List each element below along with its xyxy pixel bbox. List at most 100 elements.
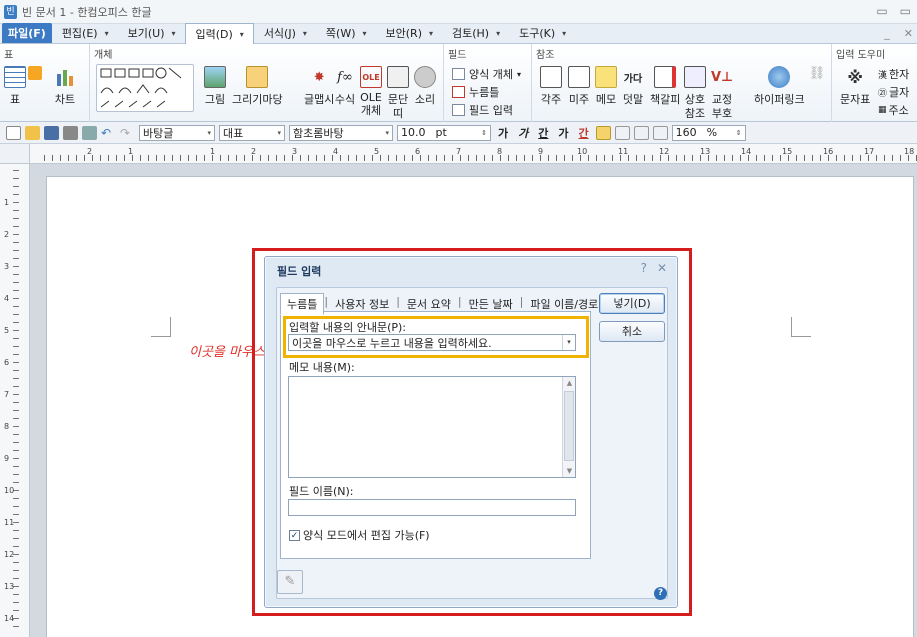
- cross-ref-icon: [684, 66, 706, 88]
- hanja-button[interactable]: 漢 한자: [878, 66, 909, 82]
- stepper-icon: ⇕: [481, 128, 487, 137]
- shapes-gallery[interactable]: [96, 64, 194, 115]
- scroll-thumb[interactable]: [564, 391, 574, 461]
- wordart-icon: ✸: [313, 69, 325, 85]
- link-extra-button[interactable]: ⛓: [809, 66, 826, 83]
- drawing-folder-icon: [246, 66, 269, 88]
- chevron-down-icon: ▾: [104, 28, 109, 38]
- glyph-button[interactable]: ✸ 글맵시: [304, 66, 334, 107]
- memo-label: 메모 내용(M):: [289, 361, 355, 374]
- bar-chart-icon: [54, 66, 76, 88]
- picture-button[interactable]: 그림: [204, 66, 226, 107]
- align-justify-icon[interactable]: [595, 125, 611, 140]
- menu-tools[interactable]: 도구(K) ▾: [509, 23, 575, 43]
- horizontal-ruler[interactable]: 2 1 1 2 3 4 5 6 7 8 9 10 11 12 13 14 15 …: [30, 144, 917, 164]
- menu-edit[interactable]: 편집(E) ▾: [52, 23, 118, 43]
- language-select[interactable]: 대표 ▾: [219, 124, 285, 141]
- print-icon[interactable]: [63, 125, 78, 140]
- form-object-button[interactable]: 양식 개체 ▾: [452, 66, 521, 82]
- style-select[interactable]: 바탕글 ▾: [139, 124, 215, 141]
- new-document-icon[interactable]: [6, 125, 21, 140]
- table-button[interactable]: 표: [4, 66, 26, 107]
- table-edit-button[interactable]: [28, 66, 42, 83]
- align-right-icon[interactable]: [652, 125, 668, 140]
- cancel-button[interactable]: 취소: [599, 321, 665, 342]
- bold-button[interactable]: 가: [495, 125, 511, 141]
- minimize-icon[interactable]: ▭: [876, 4, 887, 18]
- hyperlink-button[interactable]: 하이퍼링크: [754, 66, 805, 107]
- italic-button[interactable]: 가: [515, 125, 531, 141]
- paragraph-band-button[interactable]: 문단 띠: [387, 66, 409, 121]
- editable-checkbox-row[interactable]: ✓ 양식 모드에서 편집 가능(F): [289, 527, 430, 543]
- menu-view[interactable]: 보기(U) ▾: [118, 23, 185, 43]
- memo-scrollbar[interactable]: ▲ ▼: [562, 377, 575, 477]
- restore-icon[interactable]: ▭: [900, 4, 911, 18]
- drawing-button[interactable]: 그리기마당: [232, 66, 283, 107]
- font-color-button[interactable]: 간: [576, 125, 592, 141]
- close-icon[interactable]: ✕: [904, 27, 913, 40]
- ole-button[interactable]: OLE OLE 개체: [360, 66, 382, 118]
- menu-file[interactable]: 파일(F): [2, 23, 52, 43]
- table-icon: [4, 66, 26, 88]
- zoom-input[interactable]: 160% ⇕: [671, 124, 746, 141]
- proofread-button[interactable]: V⊥ 교정 부호: [711, 66, 733, 121]
- strikethrough-button[interactable]: 가: [555, 125, 571, 141]
- address-button[interactable]: ▦ 주소: [878, 102, 909, 118]
- field-name-input[interactable]: [288, 499, 576, 516]
- field-input-button[interactable]: 필드 입력: [452, 102, 513, 118]
- format-toolbar: ↶ ↷ 바탕글 ▾ 대표 ▾ 함초롬바탕 ▾ 10.0 pt ⇕ 가 가 간 가 간 16…: [0, 122, 917, 144]
- group-input-helper: 입력 도우미 ※ 문자표 漢 한자 ㉑ 글자 ▦ 주소: [836, 50, 910, 118]
- endnote-button[interactable]: 미주: [568, 66, 590, 107]
- editable-checkbox[interactable]: ✓: [289, 529, 300, 541]
- print-preview-icon[interactable]: [82, 125, 97, 140]
- memo-button[interactable]: 메모: [595, 66, 617, 107]
- tab-click-here[interactable]: 누름틀: [280, 293, 325, 315]
- vertical-ruler[interactable]: 1 2 3 4 5 6 7 8 9 10 11 12 13 14: [0, 164, 30, 637]
- glyph-char-button[interactable]: ㉑ 글자: [878, 84, 909, 100]
- ruby-button[interactable]: 가다 덧말: [622, 66, 644, 107]
- menu-format[interactable]: 서식(J) ▾: [254, 23, 316, 43]
- cross-ref-button[interactable]: 상호 참조: [684, 66, 706, 121]
- formula-button[interactable]: f∞ 수식: [334, 66, 356, 107]
- group-object: 개체 그림 그리기마당 ✸ 글맵시 f∞ 수식 OLE OLE 개체 문단 띠 …: [90, 44, 444, 122]
- save-icon[interactable]: [44, 125, 59, 140]
- menu-insert[interactable]: 입력(D) ▾: [184, 23, 254, 44]
- speaker-icon: [414, 66, 436, 88]
- form-object-icon: [452, 68, 465, 80]
- underline-button[interactable]: 간: [535, 125, 551, 141]
- menu-page[interactable]: 쪽(W) ▾: [316, 23, 376, 43]
- close-icon[interactable]: ✕: [657, 261, 667, 275]
- title-bar: 빈 빈 문서 1 - 한컴오피스 한글 ▭ ▭: [0, 0, 917, 24]
- help-icon[interactable]: ?: [641, 261, 647, 275]
- insert-button[interactable]: 넣기(D): [599, 293, 665, 314]
- hyperlink-globe-icon: [768, 66, 791, 88]
- minimize-icon[interactable]: _: [884, 27, 890, 40]
- font-size-input[interactable]: 10.0 pt ⇕: [397, 124, 491, 141]
- font-select[interactable]: 함초롬바탕 ▾: [289, 124, 393, 141]
- guide-input[interactable]: 이곳을 마우스로 누르고 내용을 입력하세요. ▾: [288, 334, 576, 351]
- footnote-button[interactable]: 각주: [540, 66, 562, 107]
- sound-button[interactable]: 소리: [414, 66, 436, 107]
- scroll-down-icon[interactable]: ▼: [563, 465, 576, 477]
- click-here-button[interactable]: 누름틀: [452, 84, 499, 100]
- menu-security[interactable]: 보안(R) ▾: [376, 23, 442, 43]
- pencil-icon[interactable]: ✎: [277, 570, 303, 594]
- chevron-down-icon: ▾: [207, 128, 211, 137]
- bookmark-button[interactable]: 책갈피: [650, 66, 680, 107]
- help-icon[interactable]: ?: [654, 587, 667, 600]
- char-map-icon: ※: [847, 67, 863, 87]
- open-folder-icon[interactable]: [25, 125, 40, 140]
- align-center-icon[interactable]: [633, 125, 649, 140]
- dialog-title: 필드 입력: [277, 265, 322, 278]
- chart-button[interactable]: 차트: [54, 66, 76, 107]
- hwp-app-icon: 빈: [4, 4, 17, 19]
- undo-icon[interactable]: ↶: [101, 126, 116, 140]
- scroll-up-icon[interactable]: ▲: [563, 377, 576, 389]
- align-left-icon[interactable]: [614, 125, 630, 140]
- char-map-button[interactable]: ※ 문자표: [840, 66, 870, 107]
- ruler-corner[interactable]: [0, 144, 30, 164]
- memo-textarea[interactable]: ▲ ▼: [288, 376, 576, 478]
- chevron-down-icon[interactable]: ▾: [562, 335, 575, 350]
- menu-review[interactable]: 검토(H) ▾: [442, 23, 509, 43]
- redo-icon[interactable]: ↷: [120, 126, 135, 140]
